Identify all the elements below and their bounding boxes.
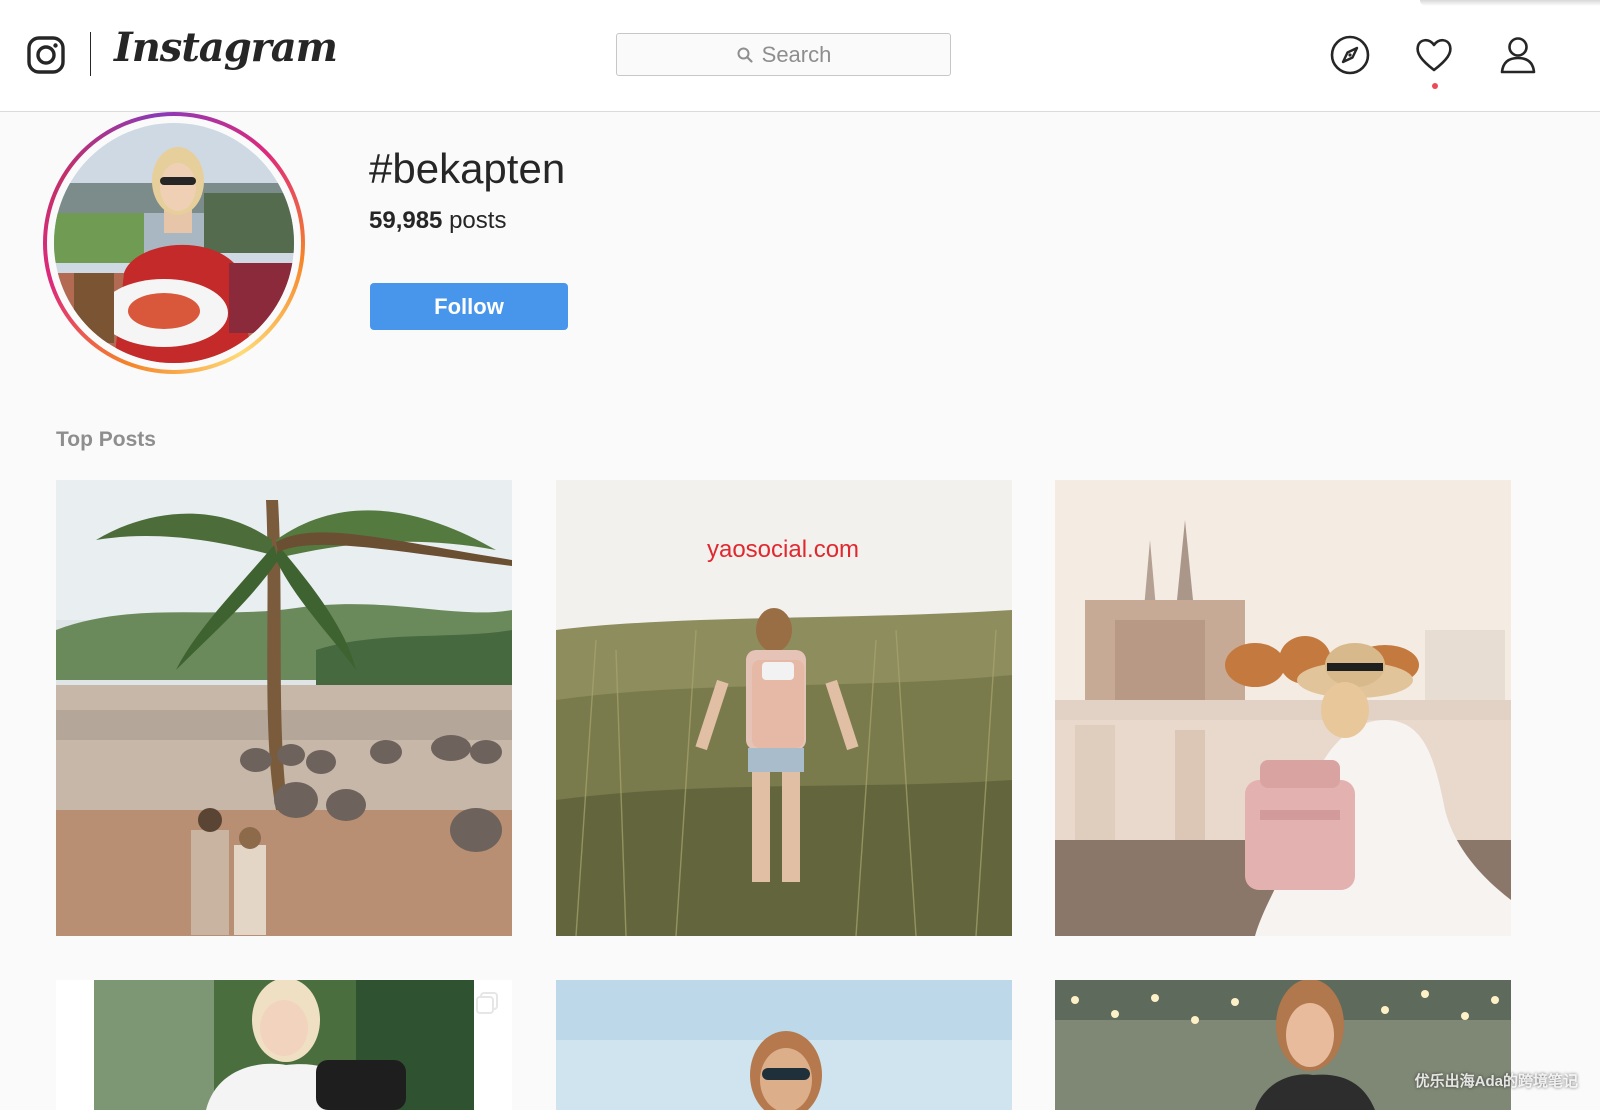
watermark-url: yaosocial.com [706, 536, 860, 563]
hashtag-avatar [43, 112, 305, 374]
post-count-number: 59,985 [369, 207, 443, 234]
post-thumbnail-elephants[interactable] [56, 480, 512, 936]
notification-dot [1432, 83, 1438, 89]
multiple-images-icon [476, 992, 498, 1014]
post-thumbnail-forest-backpack[interactable] [56, 980, 512, 1110]
profile-icon[interactable] [1497, 34, 1539, 76]
post-thumbnail-sky-sunglasses[interactable] [556, 980, 1012, 1110]
search-icon [737, 47, 753, 63]
top-navigation-bar: Instagram Search [0, 0, 1600, 112]
avatar-photo [54, 123, 294, 363]
logo-divider [90, 32, 91, 76]
hashtag-title: #bekapten [369, 145, 566, 192]
top-posts-heading: Top Posts [56, 428, 156, 451]
follow-button[interactable]: Follow [370, 283, 568, 330]
post-count: 59,985 posts [369, 207, 506, 235]
explore-compass-icon[interactable] [1329, 34, 1371, 76]
footer-watermark: 优乐出海Ada的跨境笔记 [1414, 1073, 1578, 1090]
activity-heart-icon[interactable] [1413, 34, 1455, 76]
instagram-wordmark-logo[interactable]: Instagram [114, 24, 338, 71]
post-thumbnail-river-cathedral[interactable] [1055, 480, 1511, 936]
instagram-camera-icon[interactable] [26, 35, 66, 75]
search-placeholder: Search [761, 41, 832, 67]
search-input[interactable]: Search [616, 33, 951, 76]
window-edge-shadow [1420, 0, 1600, 6]
post-count-suffix: posts [449, 207, 507, 234]
